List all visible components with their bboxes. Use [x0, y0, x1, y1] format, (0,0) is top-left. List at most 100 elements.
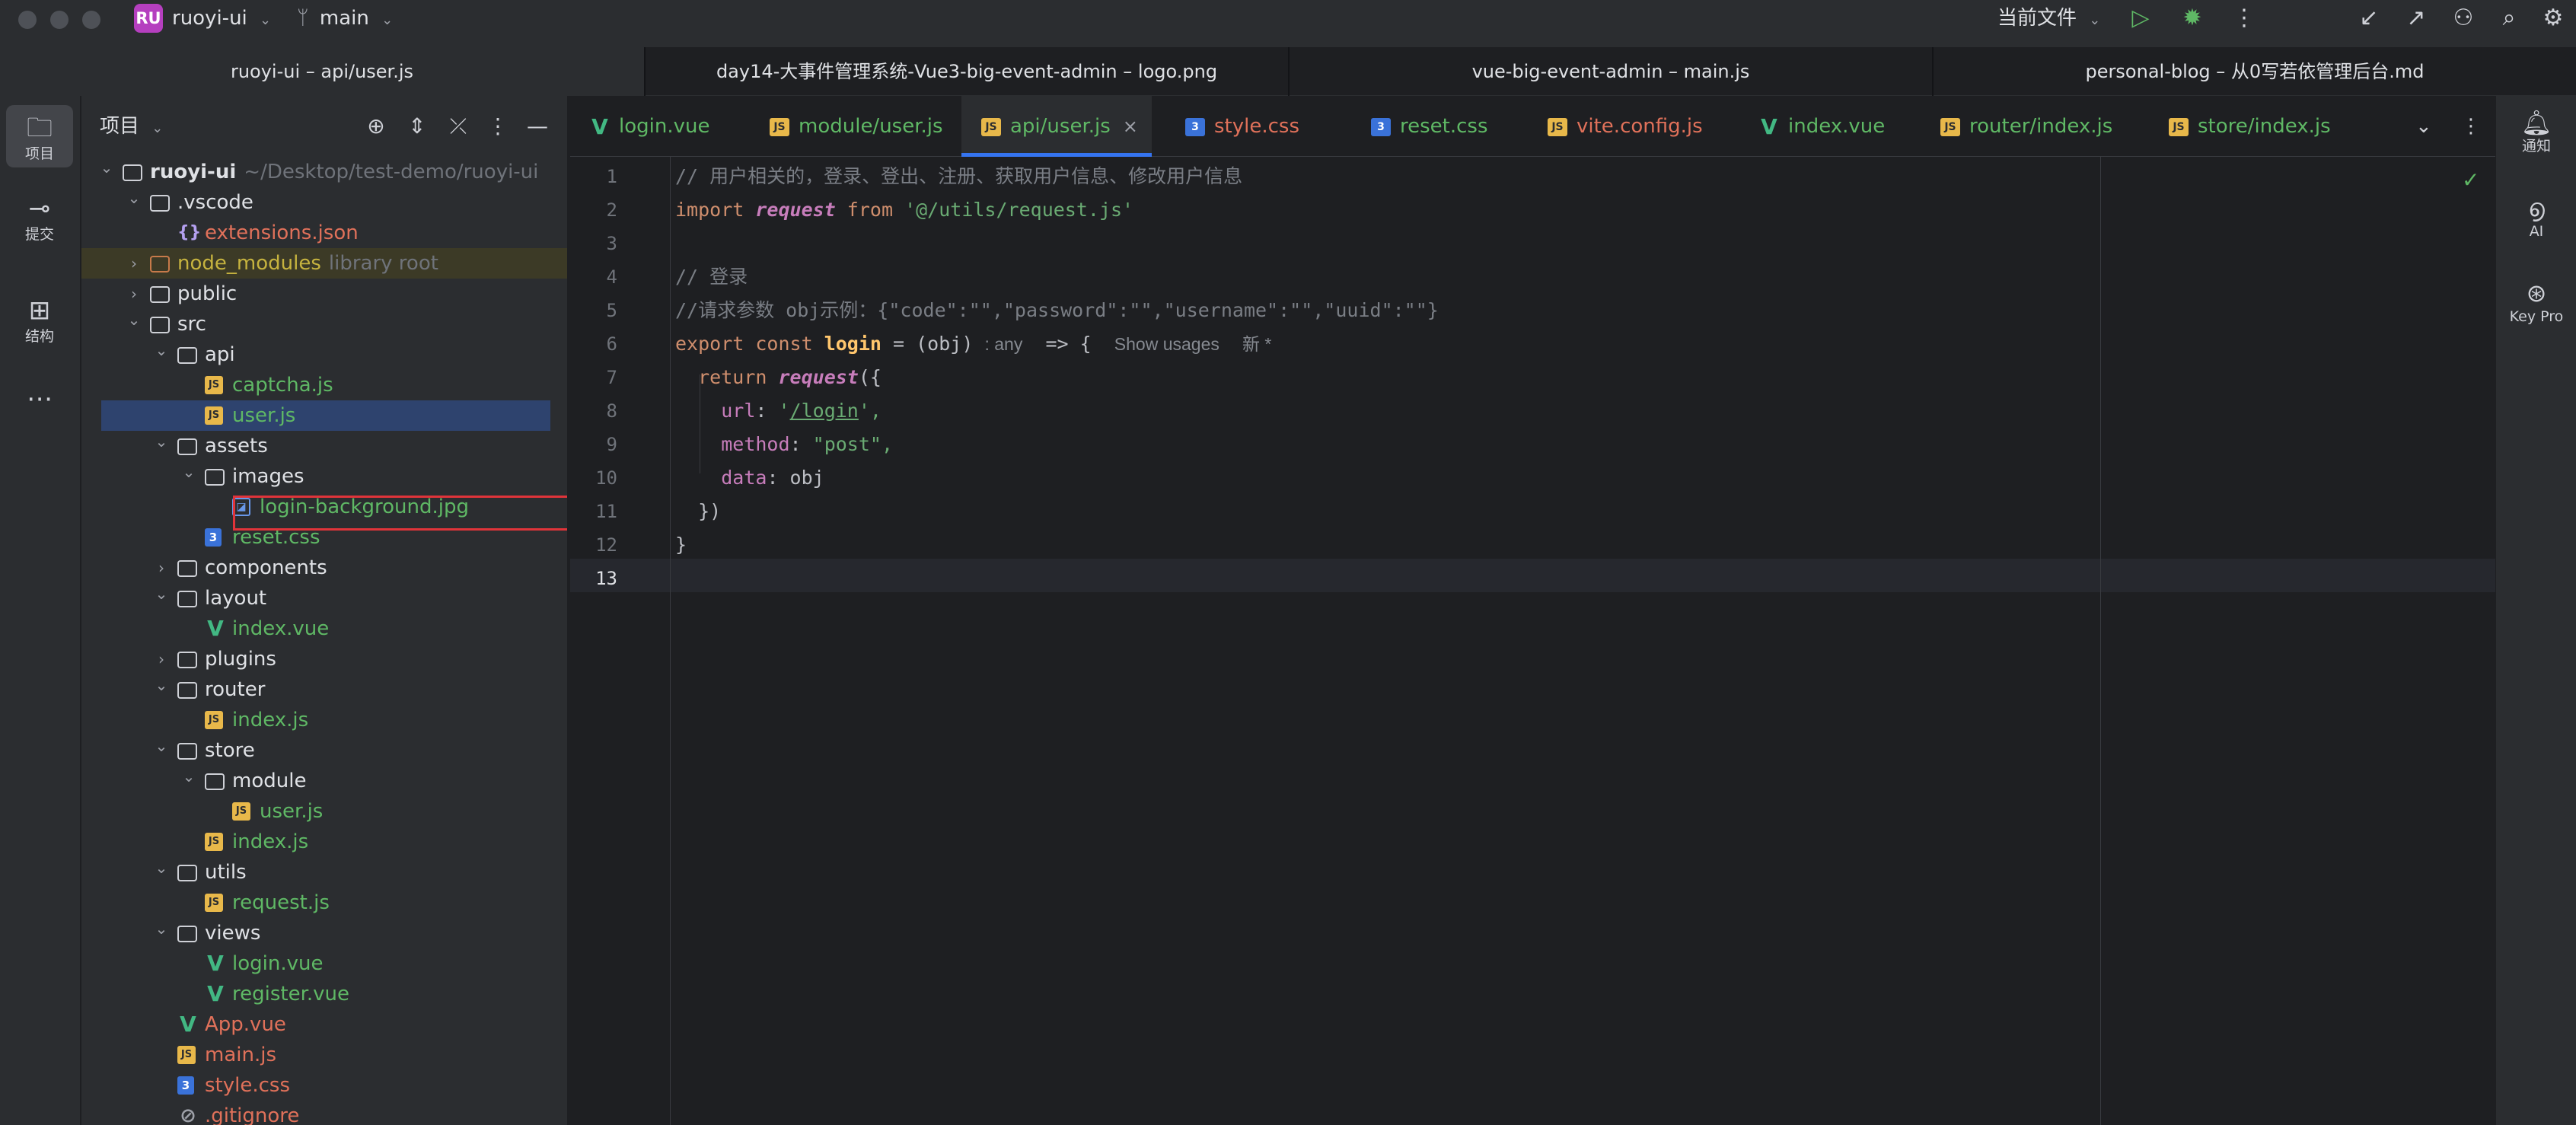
options-menu-icon[interactable]: ⋮ — [485, 113, 511, 140]
close-tab-icon[interactable]: × — [1123, 116, 1138, 137]
window-tab[interactable]: personal-blog – 从0写若依管理后台.md — [1932, 47, 2576, 96]
line-number[interactable]: 3 — [570, 227, 617, 260]
file-name: images — [232, 465, 304, 488]
tree-row[interactable]: ⌄ layout — [81, 583, 567, 613]
editor-tab[interactable]: JS module/user.js — [770, 96, 943, 157]
project-badge[interactable]: RU — [134, 4, 163, 33]
editor-tab[interactable]: JS router/index.js — [1940, 96, 2112, 157]
editor-tab[interactable]: 3 style.css — [1185, 96, 1299, 157]
toolwindow-structure-button[interactable]: ⊞ 结构 — [6, 295, 73, 346]
window-tab[interactable]: ruoyi-ui – api/user.js — [0, 47, 644, 96]
tree-row[interactable]: {} extensions.json — [81, 218, 567, 248]
line-number[interactable]: 7 — [570, 361, 617, 394]
chevron-down-icon[interactable]: ⌄ — [151, 670, 171, 700]
window-tab[interactable]: day14-大事件管理系统-Vue3-big-event-admin – log… — [644, 47, 1288, 96]
tree-row[interactable]: Vregister.vue — [81, 979, 567, 1009]
tree-row[interactable]: ⌄ router — [81, 674, 567, 705]
line-number[interactable]: 1 — [570, 160, 617, 193]
tree-row[interactable]: ⌄ store — [81, 735, 567, 766]
chevron-down-icon[interactable]: ⌄ — [151, 731, 171, 761]
tree-row[interactable]: Vindex.vue — [81, 613, 567, 644]
chevron-down-icon[interactable]: ⌄ — [151, 335, 171, 365]
editor-tab[interactable]: Vlogin.vue — [590, 96, 709, 157]
window-minimize-button[interactable] — [50, 11, 69, 29]
tree-row[interactable]: ⌄ .vscode — [81, 187, 567, 218]
tree-row[interactable]: 3 style.css — [81, 1070, 567, 1101]
editor-tab[interactable]: JS store/index.js — [2169, 96, 2331, 157]
tree-row[interactable]: 3 reset.css — [81, 522, 567, 553]
window-tab[interactable]: vue-big-event-admin – main.js — [1288, 47, 1932, 96]
run-icon[interactable]: ▷ — [2125, 3, 2156, 33]
inspection-ok-icon[interactable]: ✓ — [2462, 167, 2479, 193]
line-number[interactable]: 11 — [570, 495, 617, 528]
hide-panel-icon[interactable]: — — [524, 113, 550, 140]
tree-row[interactable]: ◪ login-background.jpg — [81, 492, 567, 522]
line-number[interactable]: 9 — [570, 428, 617, 461]
line-number[interactable]: 12 — [570, 528, 617, 562]
line-number[interactable]: 2 — [570, 193, 617, 227]
tree-row[interactable]: ⌄ module — [81, 766, 567, 796]
line-number[interactable]: 13 — [570, 562, 617, 595]
ai-assistant-button[interactable]: ൭ AI — [2496, 193, 2576, 241]
branch-switcher[interactable]: ᛘ main ⌄ — [297, 5, 393, 34]
notifications-button[interactable]: 🔔︎ 通知 — [2496, 108, 2576, 155]
line-number[interactable]: 4 — [570, 260, 617, 294]
tree-row[interactable]: › public — [81, 279, 567, 309]
tree-row[interactable]: ⊘ .gitignore — [81, 1101, 567, 1125]
search-icon[interactable]: ⌕ — [2494, 3, 2524, 33]
run-config-selector[interactable]: 当前文件 ⌄ — [1997, 5, 2100, 34]
code-editor[interactable]: 1 2 3 4 5 6 7 8 9 10 11 12 13 ✓ // 用户相关的，登录、登出、注册、获取… — [570, 157, 2495, 1125]
chevron-down-icon[interactable]: ⌄ — [124, 183, 144, 213]
project-switcher[interactable]: ruoyi-ui ⌄ — [172, 5, 271, 34]
line-number[interactable]: 10 — [570, 461, 617, 495]
locate-file-icon[interactable]: ⊕ — [363, 113, 389, 140]
chevron-down-icon[interactable]: ⌄ — [151, 913, 171, 944]
line-number[interactable]: 5 — [570, 294, 617, 327]
chevron-down-icon[interactable]: ⌄ — [124, 304, 144, 335]
editor-tab[interactable]: 3 reset.css — [1371, 96, 1488, 157]
more-toolwindows-button[interactable]: ⋯ — [6, 384, 73, 414]
window-zoom-button[interactable] — [82, 11, 100, 29]
settings-gear-icon[interactable]: ⚙ — [2538, 3, 2568, 33]
chevron-right-icon[interactable]: › — [124, 248, 144, 279]
chevron-down-icon[interactable]: ⌄ — [151, 426, 171, 457]
chevron-down-icon[interactable]: ⌄ — [151, 853, 171, 883]
vcs-push-icon[interactable]: ↗ — [2401, 3, 2431, 33]
project-view-selector[interactable]: 项目 ⌄ — [100, 113, 163, 142]
tree-row[interactable]: › node_modules library root — [81, 248, 567, 279]
expand-all-icon[interactable]: ⇕ — [404, 113, 430, 140]
chevron-down-icon[interactable]: ⌄ — [97, 152, 116, 183]
editor-tab[interactable]: Vindex.vue — [1759, 96, 1885, 157]
line-number[interactable]: 6 — [570, 327, 617, 361]
tree-row[interactable]: ⌄ assets — [81, 431, 567, 461]
add-user-icon[interactable]: ⚇ — [2447, 3, 2480, 33]
tree-row[interactable]: ⌄ ruoyi-ui ~/Desktop/test-demo/ruoyi-ui — [81, 157, 567, 187]
tab-list-chevron-icon[interactable]: ⌄ — [2415, 113, 2432, 140]
more-actions-icon[interactable]: ⋮ — [2230, 3, 2258, 33]
tree-row[interactable]: ⌄ api — [81, 339, 567, 370]
tree-row[interactable]: Vlogin.vue — [81, 948, 567, 979]
tree-row[interactable]: V App.vue — [81, 1009, 567, 1040]
tree-row[interactable]: ⌄ views — [81, 918, 567, 948]
tree-row[interactable]: ⌄ utils — [81, 857, 567, 888]
toolwindow-commit-button[interactable]: ⊸ 提交 — [6, 193, 73, 244]
editor-options-icon[interactable]: ⋮ — [2461, 113, 2481, 140]
window-close-button[interactable] — [18, 11, 37, 29]
chevron-down-icon[interactable]: ⌄ — [179, 457, 199, 487]
key-promoter-button[interactable]: ⊛ Key Pro — [2496, 279, 2576, 326]
string-url[interactable]: /login — [790, 400, 859, 422]
tree-row[interactable]: JS captcha.js — [81, 370, 567, 400]
chevron-down-icon[interactable]: ⌄ — [151, 578, 171, 609]
toolwindow-project-button[interactable]: 🗀 项目 — [6, 105, 73, 167]
show-usages-link[interactable]: Show usages — [1114, 334, 1219, 354]
debug-icon[interactable]: ✹ — [2177, 3, 2208, 33]
editor-tab[interactable]: JS api/user.js × — [961, 96, 1152, 157]
collapse-all-icon[interactable]: ⤫ — [445, 113, 471, 140]
vcs-update-icon[interactable]: ↙ — [2354, 3, 2384, 33]
chevron-down-icon[interactable]: ⌄ — [179, 761, 199, 792]
tree-row[interactable]: JS main.js — [81, 1040, 567, 1070]
tree-row[interactable]: ⌄ images — [81, 461, 567, 492]
line-number[interactable]: 8 — [570, 394, 617, 428]
tree-row[interactable]: JS user.js — [81, 796, 567, 827]
editor-tab[interactable]: JS vite.config.js — [1548, 96, 1703, 157]
